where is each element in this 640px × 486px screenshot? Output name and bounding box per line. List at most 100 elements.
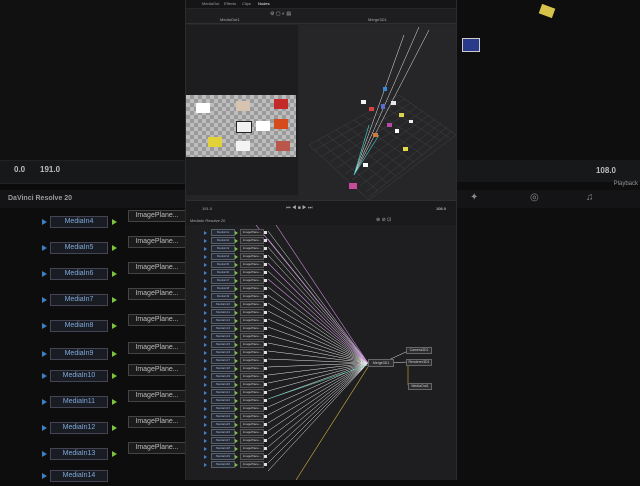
mediain-node[interactable]: MediaIn23 <box>211 405 235 412</box>
background-node-row[interactable]: MediaIn8 ImagePlane... <box>0 314 186 336</box>
media-node[interactable]: MediaIn5 <box>50 242 108 254</box>
mediain-node[interactable]: MediaIn10 <box>211 301 235 308</box>
media-node[interactable]: MediaIn6 <box>50 268 108 280</box>
imageplane-node[interactable]: ImagePlane... <box>128 288 186 300</box>
output-port[interactable] <box>264 367 267 370</box>
node-row[interactable]: MediaIn30 ImagePlane... <box>186 461 456 469</box>
output-port[interactable] <box>264 391 267 394</box>
music-note-icon[interactable]: ♫ <box>586 192 594 203</box>
imageplane-node[interactable]: ImagePlane... <box>240 317 264 324</box>
background-node-row[interactable]: MediaIn13 ImagePlane... <box>0 442 186 464</box>
output-port[interactable] <box>264 407 267 410</box>
imageplane-node[interactable]: ImagePlane... <box>128 416 186 428</box>
media-node[interactable]: MediaIn7 <box>50 294 108 306</box>
node-row[interactable]: MediaIn2 ImagePlane... <box>186 237 456 245</box>
mediain-node[interactable]: MediaIn8 <box>211 285 235 292</box>
node-row[interactable]: MediaIn4 ImagePlane... <box>186 253 456 261</box>
output-port[interactable] <box>264 375 267 378</box>
output-port[interactable] <box>264 303 267 306</box>
timeline-ruler[interactable]: 191.0 108.0 ⏮ ◀ ■ ▶ ⏭ <box>186 200 456 216</box>
node-row[interactable]: MediaIn14 ImagePlane... <box>186 333 456 341</box>
imageplane-node[interactable]: ImagePlane... <box>240 445 264 452</box>
imageplane-node[interactable]: ImagePlane... <box>240 229 264 236</box>
background-node-row[interactable]: MediaIn7 ImagePlane... <box>0 288 186 310</box>
node-row[interactable]: MediaIn7 ImagePlane... <box>186 277 456 285</box>
node-editor[interactable]: Merge3D1 Camera3D1 Renderer3D1 MediaOut1… <box>186 225 456 480</box>
mediain-node[interactable]: MediaIn3 <box>211 245 235 252</box>
output-port[interactable] <box>264 383 267 386</box>
transport-controls-icon[interactable]: ⏮ ◀ ■ ▶ ⏭ <box>286 205 313 211</box>
node-row[interactable]: MediaIn16 ImagePlane... <box>186 349 456 357</box>
node-row[interactable]: MediaIn11 ImagePlane... <box>186 309 456 317</box>
imageplane-node[interactable]: ImagePlane... <box>240 405 264 412</box>
output-port[interactable] <box>264 439 267 442</box>
fx-icon[interactable]: ✦ <box>470 192 478 203</box>
imageplane-node[interactable]: ImagePlane... <box>240 453 264 460</box>
imageplane-node[interactable]: ImagePlane... <box>240 261 264 268</box>
node-row[interactable]: MediaIn26 ImagePlane... <box>186 429 456 437</box>
mediain-node[interactable]: MediaIn15 <box>211 341 235 348</box>
mediain-node[interactable]: MediaIn5 <box>211 261 235 268</box>
output-port[interactable] <box>264 423 267 426</box>
mediain-node[interactable]: MediaIn22 <box>211 397 235 404</box>
mediain-node[interactable]: MediaIn29 <box>211 453 235 460</box>
imageplane-node[interactable]: ImagePlane... <box>240 325 264 332</box>
mediain-node[interactable]: MediaIn1 <box>211 229 235 236</box>
output-port[interactable] <box>264 247 267 250</box>
node-row[interactable]: MediaIn22 ImagePlane... <box>186 397 456 405</box>
mediain-node[interactable]: MediaIn9 <box>211 293 235 300</box>
mediain-node[interactable]: MediaIn6 <box>211 269 235 276</box>
imageplane-node[interactable]: ImagePlane... <box>240 277 264 284</box>
imageplane-node[interactable]: ImagePlane... <box>128 262 186 274</box>
node-row[interactable]: MediaIn24 ImagePlane... <box>186 413 456 421</box>
imageplane-node[interactable]: ImagePlane... <box>240 245 264 252</box>
imageplane-node[interactable]: ImagePlane... <box>240 389 264 396</box>
mediain-node[interactable]: MediaIn25 <box>211 421 235 428</box>
node-row[interactable]: MediaIn19 ImagePlane... <box>186 373 456 381</box>
node-row[interactable]: MediaIn25 ImagePlane... <box>186 421 456 429</box>
imageplane-node[interactable]: ImagePlane... <box>240 421 264 428</box>
node-row[interactable]: MediaIn15 ImagePlane... <box>186 341 456 349</box>
imageplane-node[interactable]: ImagePlane... <box>128 390 186 402</box>
output-port[interactable] <box>264 415 267 418</box>
mediain-node[interactable]: MediaIn2 <box>211 237 235 244</box>
node-row[interactable]: MediaIn8 ImagePlane... <box>186 285 456 293</box>
imageplane-node[interactable]: ImagePlane... <box>128 364 186 376</box>
output-port[interactable] <box>264 255 267 258</box>
output-port[interactable] <box>264 431 267 434</box>
left-viewer[interactable] <box>186 25 298 195</box>
imageplane-node[interactable]: ImagePlane... <box>240 269 264 276</box>
output-port[interactable] <box>264 295 267 298</box>
mediain-node[interactable]: MediaIn13 <box>211 325 235 332</box>
background-node-row[interactable]: MediaIn14 <box>0 470 185 486</box>
imageplane-node[interactable]: ImagePlane... <box>128 210 186 222</box>
mediain-node[interactable]: MediaIn14 <box>211 333 235 340</box>
node-row[interactable]: MediaIn1 ImagePlane... <box>186 229 456 237</box>
mediain-node[interactable]: MediaIn17 <box>211 357 235 364</box>
media-node[interactable]: MediaIn4 <box>50 216 108 228</box>
mediain-node[interactable]: MediaIn18 <box>211 365 235 372</box>
node-row[interactable]: MediaIn20 ImagePlane... <box>186 381 456 389</box>
menu-item[interactable]: MediaOut <box>202 1 219 6</box>
output-port[interactable] <box>264 311 267 314</box>
right-time-ruler[interactable]: 108.0 <box>456 160 640 182</box>
background-node-row[interactable]: MediaIn6 ImagePlane... <box>0 262 186 284</box>
node-row[interactable]: MediaIn10 ImagePlane... <box>186 301 456 309</box>
media-node[interactable]: MediaIn10 <box>50 370 108 382</box>
output-port[interactable] <box>264 351 267 354</box>
media-node[interactable]: MediaIn13 <box>50 448 108 460</box>
background-node-row[interactable]: MediaIn9 ImagePlane... <box>0 342 186 364</box>
mediain-node[interactable]: MediaIn16 <box>211 349 235 356</box>
imageplane-node[interactable]: ImagePlane... <box>240 429 264 436</box>
output-port[interactable] <box>264 231 267 234</box>
perspective-viewer[interactable]: Perspective <box>299 25 456 206</box>
media-node[interactable]: MediaIn11 <box>50 396 108 408</box>
node-row[interactable]: MediaIn21 ImagePlane... <box>186 389 456 397</box>
node-row[interactable]: MediaIn12 ImagePlane... <box>186 317 456 325</box>
output-port[interactable] <box>264 239 267 242</box>
imageplane-node[interactable]: ImagePlane... <box>128 442 186 454</box>
node-row[interactable]: MediaIn6 ImagePlane... <box>186 269 456 277</box>
imageplane-node[interactable]: ImagePlane... <box>240 397 264 404</box>
node-row[interactable]: MediaIn28 ImagePlane... <box>186 445 456 453</box>
node-row[interactable]: MediaIn17 ImagePlane... <box>186 357 456 365</box>
